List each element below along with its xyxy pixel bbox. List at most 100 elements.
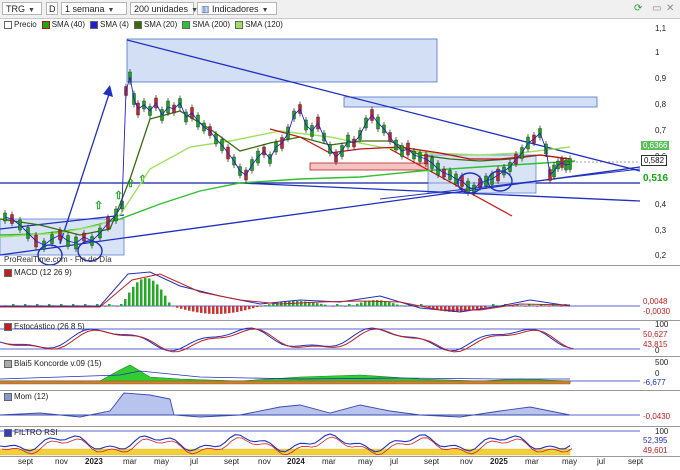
macd-bar	[512, 306, 515, 307]
macd-bar	[172, 306, 175, 307]
watermark: ProRealTime.com - Fin de Día	[4, 255, 112, 264]
sma4-swatch	[90, 20, 99, 29]
macd-label: -0,0030	[641, 307, 673, 316]
period-code-label: D	[49, 4, 56, 14]
mom-area	[0, 392, 571, 418]
macd-bar	[548, 306, 551, 307]
macd-bar	[240, 306, 243, 312]
rsi-pane[interactable]	[0, 427, 640, 456]
price-chart[interactable]: ⇧ ⇧ ⇧ ⇧	[0, 19, 641, 266]
stoch-label: 50,627	[641, 330, 670, 339]
month-label: may	[154, 457, 170, 466]
price-tick: 0,9	[655, 74, 667, 83]
buy-arrow-icon: ⇧	[94, 200, 103, 212]
month-label: 2023	[85, 457, 103, 466]
macd-bar	[164, 295, 167, 306]
price-swatch	[4, 20, 12, 29]
macd-title: MACD (12 26 9)	[14, 268, 72, 277]
macd-bar	[484, 306, 487, 308]
macd-bar	[108, 304, 111, 306]
macd-bar	[112, 305, 115, 306]
macd-bar	[180, 306, 183, 309]
mom-pane[interactable]	[0, 391, 640, 425]
macd-bar	[324, 304, 327, 306]
interval-select[interactable]: 1 semana ▼	[61, 2, 127, 15]
macd-bar	[228, 306, 231, 314]
macd-bar	[524, 306, 527, 307]
last-price-label: 0,582	[641, 155, 668, 166]
rsi-tick: 100	[655, 427, 669, 436]
macd-bar	[208, 306, 211, 314]
price-tick: 0,8	[655, 100, 667, 109]
macd-bar	[264, 305, 267, 306]
period-code-button[interactable]: D	[46, 2, 58, 15]
month-label: jul	[390, 457, 399, 466]
macd-bar	[148, 278, 151, 306]
stoch-pane[interactable]	[0, 321, 640, 355]
month-label: mar	[322, 457, 336, 466]
legend-sma200: SMA (200)	[192, 20, 231, 29]
macd-bar	[320, 303, 323, 306]
koncorde-header: Blai5 Koncorde v.09 (15)	[4, 359, 101, 368]
koncorde-title: Blai5 Koncorde v.09 (15)	[14, 359, 102, 368]
stoch-swatch	[4, 322, 12, 331]
rsi-title: FILTRO RSI	[14, 428, 58, 437]
koncorde-tick: 0	[655, 369, 660, 378]
stoch-header: Estocástico (26 8 5)	[4, 322, 85, 331]
macd-pane[interactable]	[0, 266, 640, 320]
units-value: 200 unidades	[134, 4, 189, 14]
month-label: may	[358, 457, 374, 466]
macd-bar	[132, 286, 135, 306]
macd-bar	[236, 306, 239, 312]
macd-bar	[176, 306, 179, 308]
price-tick: 0,3	[655, 226, 667, 235]
macd-bar	[340, 305, 343, 306]
price-tick: 0,7	[655, 126, 667, 135]
month-label: 2025	[490, 457, 508, 466]
macd-bar	[348, 304, 351, 306]
macd-bar	[160, 289, 163, 306]
mom-canvas	[0, 392, 640, 418]
macd-bar	[388, 301, 391, 306]
macd-bar	[532, 305, 535, 306]
refresh-icon[interactable]: ⟳	[634, 2, 642, 15]
chevron-down-icon: ▼	[28, 7, 35, 14]
macd-bar	[456, 306, 459, 312]
koncorde-swatch	[4, 359, 12, 368]
macd-bar	[352, 305, 355, 306]
macd-bar	[224, 306, 227, 314]
month-label: nov	[55, 457, 68, 466]
macd-bar	[144, 278, 147, 306]
stoch-d-line	[3, 328, 575, 353]
macd-bar	[232, 306, 235, 313]
legend-sma120: SMA (120)	[245, 20, 283, 29]
macd-bar	[124, 299, 127, 306]
ticker-select[interactable]: TRG ▼	[2, 2, 42, 15]
month-label: may	[562, 457, 578, 466]
units-select[interactable]: 200 unidades ▼	[130, 2, 198, 15]
macd-bar	[200, 306, 203, 313]
macd-bar	[252, 306, 255, 309]
rsi-canvas	[0, 430, 640, 456]
main-legend: Precio SMA (40) SMA (4) SMA (20) SMA (20…	[4, 20, 283, 29]
rsi-swatch	[4, 428, 12, 437]
macd-bar	[332, 306, 335, 307]
mom-label: -0,0430	[641, 412, 673, 421]
month-label: jul	[190, 457, 199, 466]
macd-bar	[536, 306, 539, 307]
macd-bar	[156, 284, 159, 306]
macd-bar	[364, 301, 367, 306]
month-label: sept	[628, 457, 644, 466]
indicators-button[interactable]: ▥ Indicadores ▼	[197, 2, 277, 15]
macd-bar	[560, 306, 563, 307]
close-icon[interactable]: ✕	[666, 2, 674, 15]
sma-value-label: 0,6366	[641, 141, 670, 150]
arrow-head-icon	[103, 85, 113, 97]
window-icon[interactable]: ▭	[652, 2, 661, 15]
interval-value: 1 semana	[65, 4, 105, 14]
macd-bar	[556, 305, 559, 306]
month-label: mar	[525, 457, 539, 466]
macd-bar	[460, 306, 463, 312]
macd-bar	[216, 306, 219, 314]
mom-swatch	[4, 392, 12, 401]
